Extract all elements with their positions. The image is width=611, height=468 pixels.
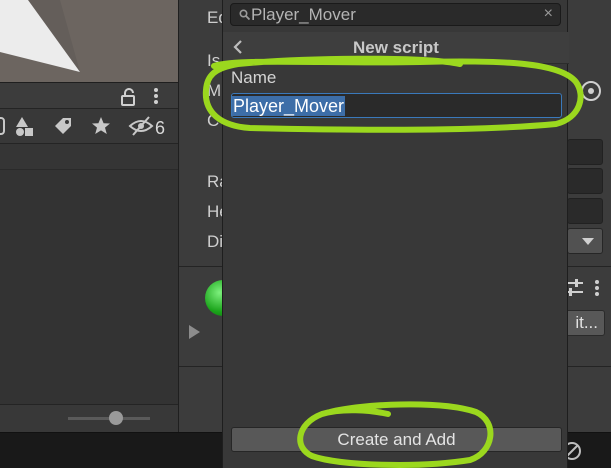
project-breadcrumb-bar [0,144,178,170]
hidden-count: 6 [155,118,166,138]
lock-icon[interactable] [120,88,136,106]
project-list[interactable] [0,144,178,404]
inspector-label-2: Is [207,51,221,70]
target-icon[interactable] [581,81,601,101]
inspector-dropdown[interactable] [567,228,603,254]
star-icon[interactable] [90,115,112,137]
shapes-icon[interactable] [14,115,36,137]
script-name-value: Player_Mover [232,96,346,116]
popup-header: New script [223,32,569,64]
add-component-popup: Player_Mover × New script Name Player_Mo… [222,0,569,468]
menu-dots-icon[interactable] [150,86,162,106]
name-label: Name [231,68,277,87]
play-icon[interactable] [189,325,200,339]
project-toolbar: 6 [0,108,178,144]
search-icon [239,9,250,20]
inspector-field-1[interactable] [567,139,603,165]
create-and-add-button[interactable]: Create and Add [231,427,562,452]
inspector-field-3[interactable] [567,198,603,224]
popup-title: New script [353,38,439,57]
clear-icon[interactable]: × [544,5,553,23]
search-field[interactable]: Player_Mover × [230,3,561,26]
inspector-label-3: M [207,81,222,100]
project-footer [0,404,178,432]
inspector-field-2[interactable] [567,168,603,194]
component-menu-icon[interactable] [593,278,601,298]
eye-slash-icon[interactable] [128,115,154,137]
search-value: Player_Mover [251,5,356,24]
inspector-label-7: Di [207,232,224,251]
dropdown-arrow-icon [582,238,594,245]
inspector-label-4: C [207,111,220,130]
project-panel-header [0,82,178,108]
scene-view[interactable] [0,0,178,82]
icon-size-slider-handle[interactable] [109,411,123,425]
tag-icon[interactable] [52,115,74,137]
edit-button-label: it... [575,313,598,332]
